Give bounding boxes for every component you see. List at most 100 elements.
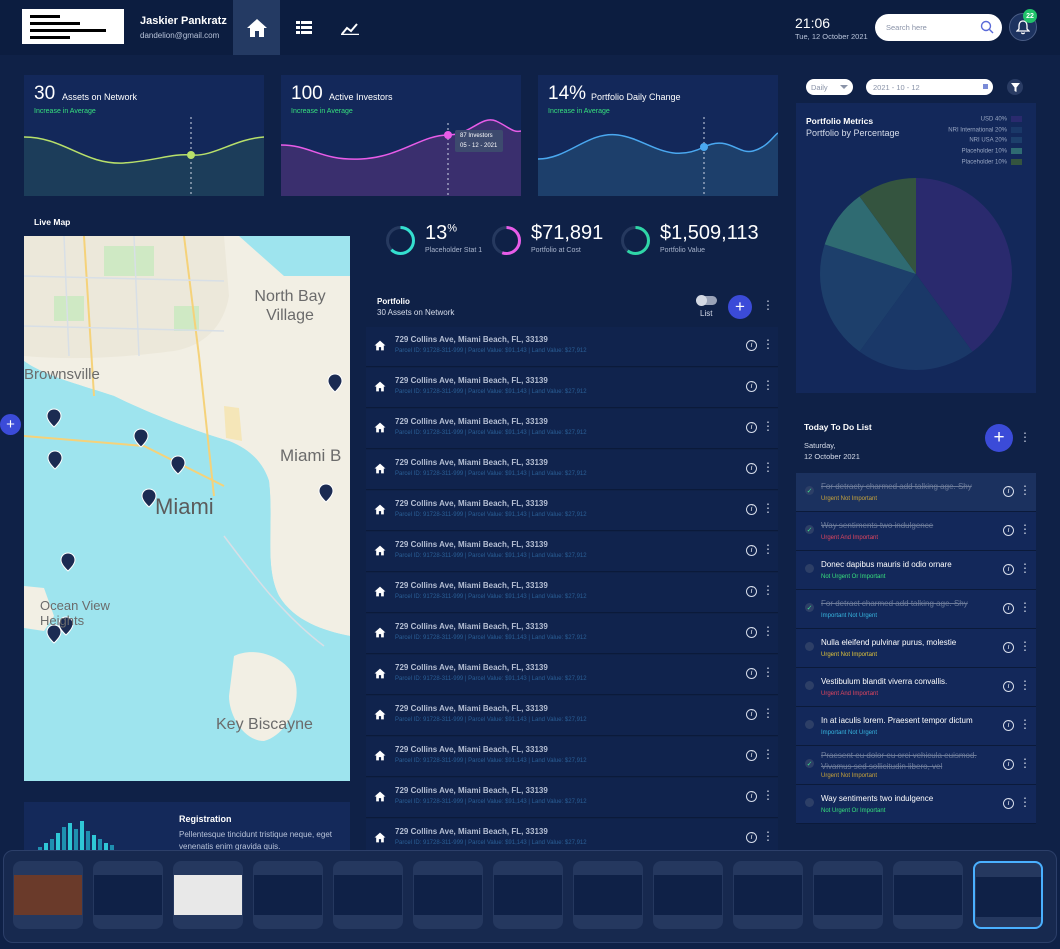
portfolio-row[interactable]: 729 Collins Ave, Miami Beach, FL, 33139 P… [366,778,778,818]
todo-item[interactable]: In at iaculis lorem. Praesent tempor dic… [796,707,1036,746]
portfolio-row[interactable]: 729 Collins Ave, Miami Beach, FL, 33139 P… [366,573,778,613]
nav-list-button[interactable] [280,0,327,55]
todo-item[interactable]: ✓ Way sentiments two indulgence Urgent And… [796,512,1036,551]
dock-thumbnail[interactable] [173,861,243,929]
todo-item[interactable]: ✓ For detracty charmed add talking age. S… [796,473,1036,512]
todo-item[interactable]: Nulla eleifend pulvinar purus, molestie U… [796,629,1036,668]
row-more-button[interactable]: ⋮ [762,460,774,474]
portfolio-row[interactable]: 729 Collins Ave, Miami Beach, FL, 33139 P… [366,614,778,654]
todo-item[interactable]: ✓ Praesent eu dolor eu orci vehicula euis… [796,746,1036,785]
info-icon[interactable]: i [746,504,757,515]
portfolio-row[interactable]: 729 Collins Ave, Miami Beach, FL, 33139 P… [366,491,778,531]
todo-more-button[interactable]: ⋮ [1019,717,1031,731]
todo-checkbox[interactable] [805,564,814,573]
live-map[interactable]: North Bay Village Brownsville Miami B Mi… [24,236,350,781]
portfolio-row[interactable]: 729 Collins Ave, Miami Beach, FL, 33139 P… [366,655,778,695]
portfolio-more-button[interactable]: ⋮ [762,298,774,312]
row-more-button[interactable]: ⋮ [762,747,774,761]
todo-more-button[interactable]: ⋮ [1019,483,1031,497]
period-select[interactable]: Daily [806,79,853,95]
todo-more-button[interactable]: ⋮ [1019,430,1031,444]
todo-item[interactable]: Donec dapibus mauris id odio ornare Not U… [796,551,1036,590]
todo-more-button[interactable]: ⋮ [1019,561,1031,575]
info-icon[interactable]: i [746,381,757,392]
portfolio-row[interactable]: 729 Collins Ave, Miami Beach, FL, 33139 P… [366,532,778,572]
dock-thumbnail[interactable] [653,861,723,929]
todo-checkbox[interactable] [805,720,814,729]
nav-home-button[interactable] [233,0,280,55]
dock-thumbnail[interactable] [893,861,963,929]
info-icon[interactable]: i [1003,720,1014,731]
row-more-button[interactable]: ⋮ [762,501,774,515]
portfolio-row[interactable]: 729 Collins Ave, Miami Beach, FL, 33139 P… [366,696,778,736]
todo-checkbox[interactable] [805,642,814,651]
info-icon[interactable]: i [1003,525,1014,536]
dock-thumbnail[interactable] [93,861,163,929]
info-icon[interactable]: i [746,422,757,433]
info-icon[interactable]: i [746,340,757,351]
row-more-button[interactable]: ⋮ [762,624,774,638]
info-icon[interactable]: i [1003,603,1014,614]
info-icon[interactable]: i [746,750,757,761]
row-more-button[interactable]: ⋮ [762,337,774,351]
todo-more-button[interactable]: ⋮ [1019,795,1031,809]
portfolio-row[interactable]: 729 Collins Ave, Miami Beach, FL, 33139 P… [366,450,778,490]
info-icon[interactable]: i [746,545,757,556]
portfolio-row[interactable]: 729 Collins Ave, Miami Beach, FL, 33139 P… [366,327,778,367]
todo-more-button[interactable]: ⋮ [1019,522,1031,536]
todo-item[interactable]: Way sentiments two indulgence Not Urgent … [796,785,1036,824]
dock-thumbnail[interactable] [253,861,323,929]
row-more-button[interactable]: ⋮ [762,788,774,802]
portfolio-row[interactable]: 729 Collins Ave, Miami Beach, FL, 33139 P… [366,368,778,408]
info-icon[interactable]: i [746,586,757,597]
filter-button[interactable] [1007,79,1023,95]
todo-checkbox[interactable]: ✓ [805,486,814,495]
dock-thumbnail[interactable] [493,861,563,929]
add-map-button[interactable]: + [0,414,21,435]
portfolio-row[interactable]: 729 Collins Ave, Miami Beach, FL, 33139 P… [366,737,778,777]
todo-checkbox[interactable]: ✓ [805,603,814,612]
search-icon[interactable] [980,20,994,34]
row-more-button[interactable]: ⋮ [762,665,774,679]
dock-thumbnail[interactable] [573,861,643,929]
dock-thumbnail[interactable] [973,861,1043,929]
info-icon[interactable]: i [1003,642,1014,653]
add-todo-button[interactable]: + [985,424,1013,452]
info-icon[interactable]: i [746,791,757,802]
info-icon[interactable]: i [746,709,757,720]
dock-thumbnail[interactable] [733,861,803,929]
row-more-button[interactable]: ⋮ [762,706,774,720]
todo-more-button[interactable]: ⋮ [1019,639,1031,653]
dock-thumbnail[interactable] [813,861,883,929]
row-more-button[interactable]: ⋮ [762,542,774,556]
info-icon[interactable]: i [746,463,757,474]
todo-checkbox[interactable] [805,681,814,690]
info-icon[interactable]: i [1003,759,1014,770]
info-icon[interactable]: i [1003,681,1014,692]
todo-item[interactable]: Vestibulum blandit viverra convallis. Urg… [796,668,1036,707]
todo-checkbox[interactable]: ✓ [805,525,814,534]
info-icon[interactable]: i [746,627,757,638]
dock-thumbnail[interactable] [13,861,83,929]
search-input[interactable]: Search here [875,14,1002,41]
todo-checkbox[interactable]: ✓ [805,759,814,768]
date-range-input[interactable]: 2021 - 10 - 12 [866,79,993,95]
info-icon[interactable]: i [1003,486,1014,497]
info-icon[interactable]: i [1003,798,1014,809]
todo-checkbox[interactable] [805,798,814,807]
info-icon[interactable]: i [1003,564,1014,575]
row-more-button[interactable]: ⋮ [762,583,774,597]
row-more-button[interactable]: ⋮ [762,829,774,843]
nav-chart-button[interactable] [326,0,373,55]
dock-thumbnail[interactable] [333,861,403,929]
todo-item[interactable]: ✓ For detract charmed add talking age. Sh… [796,590,1036,629]
row-more-button[interactable]: ⋮ [762,378,774,392]
todo-more-button[interactable]: ⋮ [1019,678,1031,692]
info-icon[interactable]: i [746,668,757,679]
dock-thumbnail[interactable] [413,861,483,929]
todo-more-button[interactable]: ⋮ [1019,756,1031,770]
info-icon[interactable]: i [746,832,757,843]
list-toggle[interactable] [696,295,717,306]
portfolio-row[interactable]: 729 Collins Ave, Miami Beach, FL, 33139 P… [366,409,778,449]
add-asset-button[interactable]: + [728,295,752,319]
